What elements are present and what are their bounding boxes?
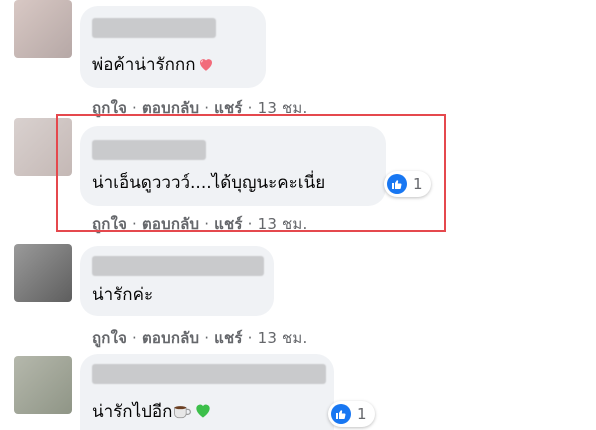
comment-text: น่ารักค่ะ (92, 284, 153, 306)
reaction-count[interactable]: 1 (328, 401, 375, 427)
author-name[interactable] (92, 18, 216, 38)
author-name[interactable] (92, 364, 326, 384)
avatar[interactable] (14, 244, 72, 302)
avatar[interactable] (14, 0, 72, 58)
thumbs-up-icon (331, 404, 351, 424)
comment-bubble: น่ารักค่ะ (80, 246, 274, 316)
comment-text: พ่อค้าน่ารักกก (92, 54, 215, 76)
author-name[interactable] (92, 256, 264, 276)
comment-actions: ถูกใจ · ตอบกลับ · แชร์ · 13 ชม. (92, 326, 308, 350)
separator: · (132, 329, 138, 347)
highlight-box (56, 114, 446, 232)
separator: · (247, 329, 253, 347)
coffee-emoji-icon (174, 406, 192, 419)
avatar[interactable] (14, 356, 72, 414)
separator: · (204, 329, 210, 347)
comment-bubble: พ่อค้าน่ารักกก (80, 6, 266, 88)
timestamp[interactable]: 13 ชม. (258, 329, 308, 347)
reaction-number: 1 (357, 405, 367, 423)
comment-text-content: น่ารักไปอีก (92, 402, 173, 422)
comment-text-content: พ่อค้าน่ารักกก (92, 55, 196, 75)
like-link[interactable]: ถูกใจ (92, 329, 127, 347)
heart-emoji-icon (199, 59, 212, 71)
comment-text-content: น่ารักค่ะ (92, 285, 154, 305)
share-link[interactable]: แชร์ (214, 329, 243, 347)
green-heart-emoji-icon (196, 404, 211, 418)
comment-text: น่ารักไปอีก (92, 400, 214, 423)
reply-link[interactable]: ตอบกลับ (142, 329, 199, 347)
comment-bubble: น่ารักไปอีก (80, 354, 334, 430)
